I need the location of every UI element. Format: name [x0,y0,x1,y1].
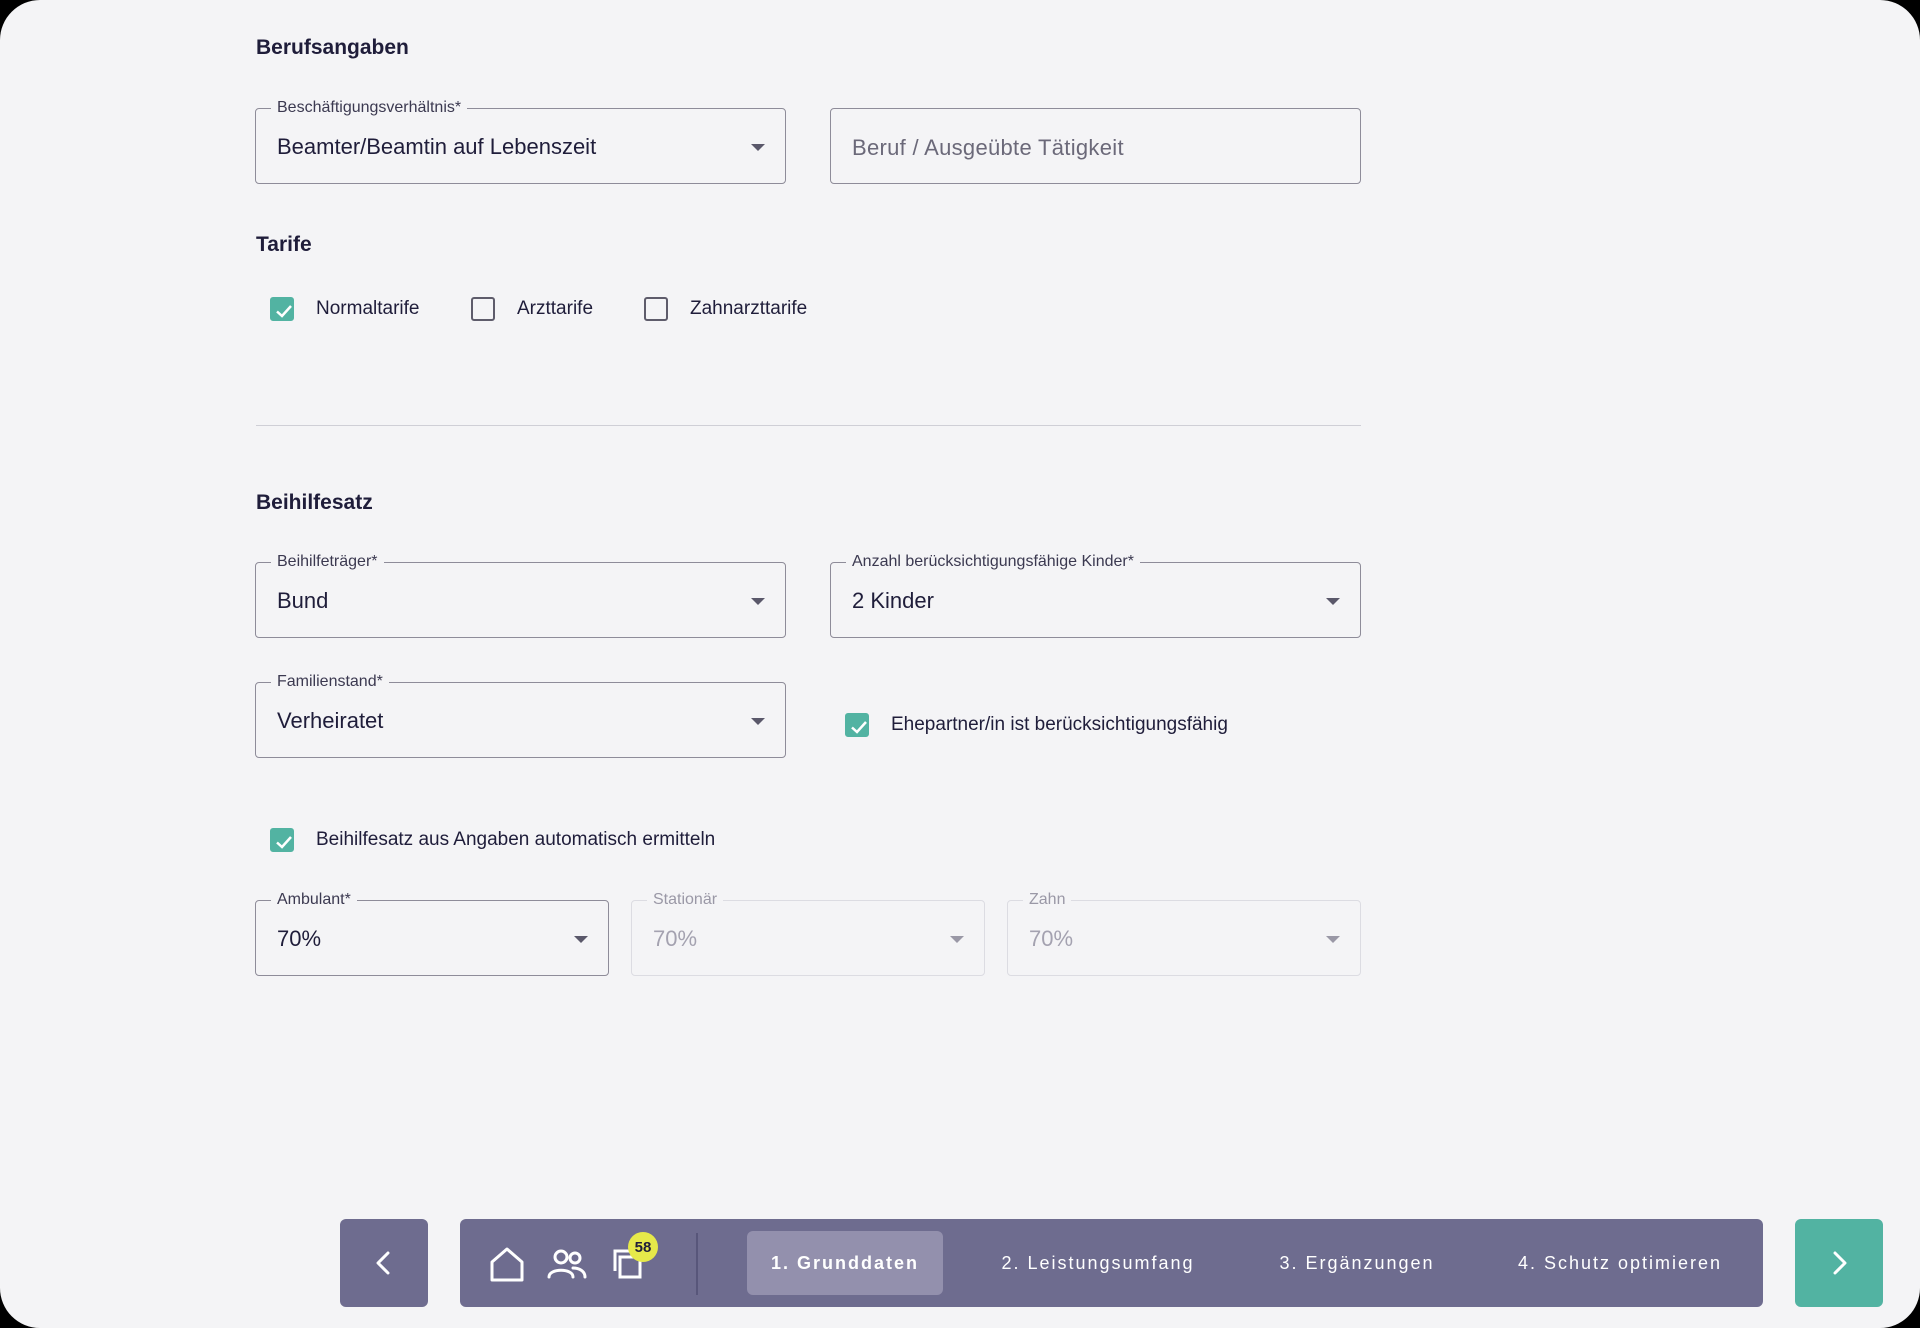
beihilfetraeger-label: Beihilfeträger* [271,552,384,572]
occupation-input[interactable]: Beruf / Ausgeübte Tätigkeit [830,108,1361,184]
zahn-value: 70% [1029,926,1074,951]
step-ergaenzungen[interactable]: 3. Ergänzungen [1248,1231,1466,1295]
checkbox-ehepartner[interactable]: Ehepartner/in ist berücksichtigungsfähig [845,713,1228,737]
section-title-beihilfesatz: Beihilfesatz [256,491,373,514]
section-title-berufsangaben: Berufsangaben [256,36,409,59]
step-leistungsumfang[interactable]: 2. Leistungsumfang [968,1231,1228,1295]
checkbox-checked[interactable] [845,713,869,737]
bottom-navigation-bar: 58 1. Grunddaten 2. Leistungsumfang 3. E… [460,1219,1763,1307]
check-icon [851,721,867,734]
kinder-value: 2 Kinder [852,588,934,613]
checkbox-unchecked[interactable] [471,297,495,321]
checkbox-zahnarzttarife[interactable]: Zahnarzttarife [644,297,807,321]
checkbox-checked[interactable] [270,828,294,852]
chevron-right-icon [1833,1251,1847,1275]
caret-down-icon [574,936,588,943]
checkbox-label: Normaltarife [316,298,420,319]
beihilfetraeger-value: Bund [277,588,329,613]
employment-select[interactable]: Beschäftigungsverhältnis* Beamter/Beamti… [255,98,786,184]
checkbox-auto-beihilfesatz[interactable]: Beihilfesatz aus Angaben automatisch erm… [270,828,715,852]
employment-label: Beschäftigungsverhältnis* [271,98,468,118]
familienstand-label: Familienstand* [271,672,389,692]
step-schutz-optimieren[interactable]: 4. Schutz optimieren [1490,1231,1750,1295]
bar-separator [696,1233,698,1295]
app-frame: Berufsangaben Beschäftigungsverhältnis* … [0,0,1920,1328]
checkbox-label: Beihilfesatz aus Angaben automatisch erm… [316,829,716,850]
kinder-select[interactable]: Anzahl berücksichtigungsfähige Kinder* 2… [830,552,1361,638]
step-grunddaten[interactable]: 1. Grunddaten [747,1231,943,1295]
zahn-select: Zahn 70% [1007,890,1361,976]
caret-down-icon [751,598,765,605]
ambulant-label: Ambulant* [271,890,357,910]
checkbox-unchecked[interactable] [644,297,668,321]
employment-value: Beamter/Beamtin auf Lebenszeit [277,134,597,159]
kinder-label: Anzahl berücksichtigungsfähige Kinder* [846,552,1140,572]
checkbox-label: Zahnarzttarife [690,298,808,319]
ambulant-value: 70% [277,926,322,951]
zahn-label: Zahn [1023,890,1072,910]
caret-down-icon [1326,936,1340,943]
checkbox-checked[interactable] [270,297,294,321]
chevron-left-icon [376,1251,390,1275]
checkbox-label: Arzttarife [517,298,594,319]
stationaer-value: 70% [653,926,698,951]
check-icon [276,836,292,849]
notification-badge: 58 [628,1232,658,1262]
checkbox-label: Ehepartner/in ist berücksichtigungsfähig [891,714,1228,735]
caret-down-icon [751,718,765,725]
checkbox-normaltarife[interactable]: Normaltarife [270,297,419,321]
section-title-tarife: Tarife [256,233,312,256]
caret-down-icon [751,144,765,151]
caret-down-icon [1326,598,1340,605]
caret-down-icon [950,936,964,943]
checkbox-arzttarife[interactable]: Arzttarife [471,297,593,321]
stationaer-select: Stationär 70% [631,890,985,976]
back-button[interactable] [340,1219,428,1307]
ambulant-select[interactable]: Ambulant* 70% [255,890,609,976]
check-icon [276,305,292,318]
familienstand-value: Verheiratet [277,708,384,733]
section-divider [256,425,1361,426]
users-icon[interactable] [546,1243,588,1285]
familienstand-select[interactable]: Familienstand* Verheiratet [255,672,786,758]
next-button[interactable] [1795,1219,1883,1307]
stationaer-label: Stationär [647,890,724,910]
home-icon[interactable] [486,1243,528,1285]
beihilfetraeger-select[interactable]: Beihilfeträger* Bund [255,552,786,638]
occupation-placeholder: Beruf / Ausgeübte Tätigkeit [852,135,1124,160]
